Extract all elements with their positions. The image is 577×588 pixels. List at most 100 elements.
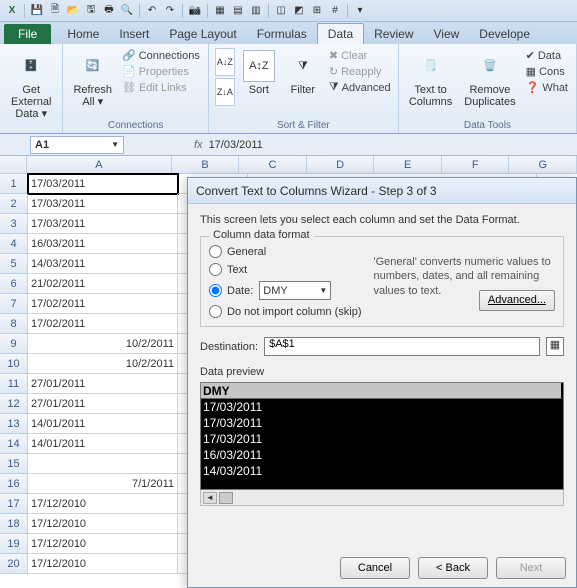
qat-misc2-icon[interactable]: ▤ xyxy=(230,3,246,19)
qat-preview-icon[interactable]: 🔍 xyxy=(119,3,135,19)
row-header[interactable]: 5 xyxy=(0,254,28,274)
refresh-all-button[interactable]: 🔄 RefreshAll ▾ xyxy=(69,48,116,110)
sort-desc-button[interactable]: Z↓A xyxy=(215,78,235,106)
advanced-button[interactable]: Advanced... xyxy=(479,290,555,311)
col-header-g[interactable]: G xyxy=(509,156,577,174)
row-header[interactable]: 3 xyxy=(0,214,28,234)
cell[interactable]: 14/01/2011 xyxy=(28,434,178,454)
cell[interactable]: 27/01/2011 xyxy=(28,374,178,394)
scroll-left-icon[interactable]: ◄ xyxy=(203,492,217,504)
consolidate-button[interactable]: ▦Cons xyxy=(524,64,570,79)
row-header[interactable]: 19 xyxy=(0,534,28,554)
row-header[interactable]: 7 xyxy=(0,294,28,314)
row-header[interactable]: 8 xyxy=(0,314,28,334)
tab-page-layout[interactable]: Page Layout xyxy=(159,24,246,44)
row-header[interactable]: 16 xyxy=(0,474,28,494)
edit-links-button[interactable]: ⛓Edit Links xyxy=(120,80,202,95)
qat-save-icon[interactable]: 💾 xyxy=(29,3,45,19)
cell[interactable]: 7/1/2011 xyxy=(28,474,178,494)
cell[interactable]: 17/12/2010 xyxy=(28,554,178,574)
cell[interactable]: 10/2/2011 xyxy=(28,334,178,354)
cell[interactable]: 17/12/2010 xyxy=(28,494,178,514)
qat-misc1-icon[interactable]: ▦ xyxy=(212,3,228,19)
cell[interactable]: 17/03/2011 xyxy=(28,174,178,194)
connections-button[interactable]: 🔗Connections xyxy=(120,48,202,63)
cell[interactable]: 17/12/2010 xyxy=(28,534,178,554)
cell[interactable]: 27/01/2011 xyxy=(28,394,178,414)
row-header[interactable]: 4 xyxy=(0,234,28,254)
qat-misc3-icon[interactable]: ▥ xyxy=(248,3,264,19)
radio-general[interactable]: General xyxy=(209,245,362,258)
filter-button[interactable]: ⧩ Filter xyxy=(283,48,323,98)
tab-review[interactable]: Review xyxy=(364,24,423,44)
row-header[interactable]: 13 xyxy=(0,414,28,434)
qat-misc5-icon[interactable]: ◩ xyxy=(291,3,307,19)
select-all-corner[interactable] xyxy=(0,156,27,174)
qat-save2-icon[interactable]: 🖫 xyxy=(83,3,99,19)
fx-icon[interactable]: fx xyxy=(194,139,203,151)
data-validation-button[interactable]: ✔Data xyxy=(524,48,570,63)
cell[interactable]: 17/03/2011 xyxy=(28,214,178,234)
sort-button[interactable]: A↕Z Sort xyxy=(239,48,279,98)
row-header[interactable]: 14 xyxy=(0,434,28,454)
row-header[interactable]: 17 xyxy=(0,494,28,514)
qat-print-icon[interactable]: 🖶 xyxy=(101,3,117,19)
qat-redo-icon[interactable]: ↷ xyxy=(162,3,178,19)
row-header[interactable]: 6 xyxy=(0,274,28,294)
tab-insert[interactable]: Insert xyxy=(109,24,159,44)
tab-home[interactable]: Home xyxy=(57,24,109,44)
qat-dropdown-icon[interactable]: ▾ xyxy=(352,3,368,19)
back-button[interactable]: < Back xyxy=(418,557,488,579)
sort-asc-button[interactable]: A↓Z xyxy=(215,48,235,76)
cell[interactable]: 17/12/2010 xyxy=(28,514,178,534)
preview-scrollbar[interactable]: ◄ xyxy=(200,490,564,506)
cell[interactable]: 14/01/2011 xyxy=(28,414,178,434)
row-header[interactable]: 12 xyxy=(0,394,28,414)
cell[interactable]: 17/03/2011 xyxy=(28,194,178,214)
tab-data[interactable]: Data xyxy=(317,23,364,44)
formula-value[interactable]: 17/03/2011 xyxy=(209,139,263,151)
col-header-a[interactable]: A xyxy=(27,156,172,174)
tab-view[interactable]: View xyxy=(424,24,470,44)
date-format-select[interactable]: DMY ▼ xyxy=(259,281,331,300)
row-header[interactable]: 11 xyxy=(0,374,28,394)
qat-camera-icon[interactable]: 📷 xyxy=(187,3,203,19)
row-header[interactable]: 9 xyxy=(0,334,28,354)
clear-button[interactable]: ✖Clear xyxy=(327,48,393,63)
destination-input[interactable]: $A$1 xyxy=(264,337,540,356)
text-to-columns-button[interactable]: 🗒️ Text toColumns xyxy=(405,48,456,110)
row-header[interactable]: 2 xyxy=(0,194,28,214)
col-header-d[interactable]: D xyxy=(307,156,375,174)
cell[interactable]: 17/02/2011 xyxy=(28,314,178,334)
range-picker-icon[interactable]: ▦ xyxy=(546,337,564,356)
radio-skip[interactable]: Do not import column (skip) xyxy=(209,305,362,318)
col-header-f[interactable]: F xyxy=(442,156,510,174)
cell[interactable]: 14/03/2011 xyxy=(28,254,178,274)
tab-developer[interactable]: Develope xyxy=(469,24,540,44)
remove-duplicates-button[interactable]: 🗑️ RemoveDuplicates xyxy=(460,48,519,110)
reapply-button[interactable]: ↻Reapply xyxy=(327,64,393,79)
file-tab[interactable]: File xyxy=(4,24,51,44)
qat-misc6-icon[interactable]: ⊞ xyxy=(309,3,325,19)
name-box[interactable]: A1 ▼ xyxy=(30,136,124,154)
advanced-button[interactable]: ⧩Advanced xyxy=(327,80,393,95)
get-external-data-button[interactable]: 🗄️ Get ExternalData ▾ xyxy=(6,48,56,122)
col-header-e[interactable]: E xyxy=(374,156,442,174)
cell[interactable]: 10/2/2011 xyxy=(28,354,178,374)
tab-formulas[interactable]: Formulas xyxy=(247,24,317,44)
row-header[interactable]: 1 xyxy=(0,174,28,194)
row-header[interactable]: 15 xyxy=(0,454,28,474)
row-header[interactable]: 10 xyxy=(0,354,28,374)
properties-button[interactable]: 📄Properties xyxy=(120,64,202,79)
whatif-button[interactable]: ❓What xyxy=(524,80,570,95)
col-header-b[interactable]: B xyxy=(172,156,240,174)
row-header[interactable]: 18 xyxy=(0,514,28,534)
next-button[interactable]: Next xyxy=(496,557,566,579)
row-header[interactable]: 20 xyxy=(0,554,28,574)
col-header-c[interactable]: C xyxy=(239,156,307,174)
qat-misc4-icon[interactable]: ◫ xyxy=(273,3,289,19)
preview-col-header[interactable]: DMY xyxy=(201,383,563,399)
cell[interactable]: 21/02/2011 xyxy=(28,274,178,294)
cell[interactable]: 16/03/2011 xyxy=(28,234,178,254)
qat-new-icon[interactable]: 🗎 xyxy=(47,3,63,19)
